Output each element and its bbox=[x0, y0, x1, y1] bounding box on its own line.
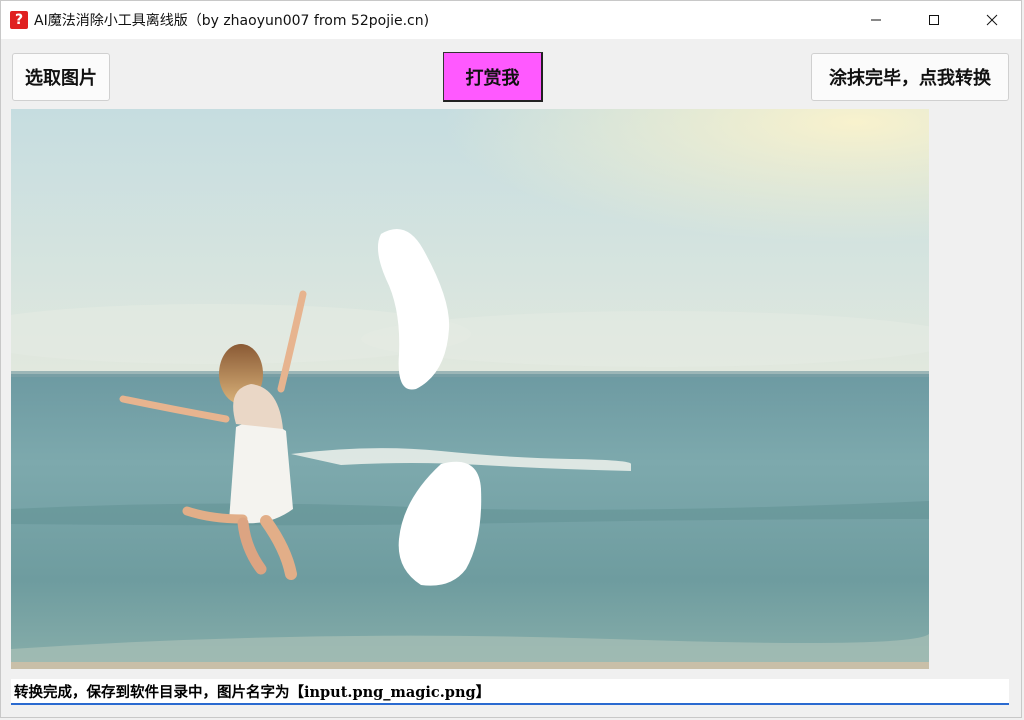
beach-photo bbox=[11, 109, 929, 669]
app-window: ? AI魔法消除小工具离线版（by zhaoyun007 from 52poji… bbox=[0, 0, 1022, 718]
image-canvas[interactable] bbox=[11, 109, 929, 669]
maximize-button[interactable] bbox=[905, 1, 963, 39]
title-bar[interactable]: ? AI魔法消除小工具离线版（by zhaoyun007 from 52poji… bbox=[1, 1, 1021, 39]
reward-button[interactable]: 打赏我 bbox=[443, 52, 543, 102]
question-mark-app-icon: ? bbox=[10, 11, 28, 29]
close-icon bbox=[986, 14, 998, 26]
select-image-button[interactable]: 选取图片 bbox=[12, 53, 110, 101]
status-bar: 转换完成，保存到软件目录中，图片名字为【input.png_magic.png】 bbox=[11, 679, 1009, 705]
window-controls bbox=[847, 1, 1021, 39]
minimize-icon bbox=[871, 19, 881, 21]
convert-button[interactable]: 涂抹完毕，点我转换 bbox=[811, 53, 1009, 101]
minimize-button[interactable] bbox=[847, 1, 905, 39]
maximize-icon bbox=[929, 15, 939, 25]
close-button[interactable] bbox=[963, 1, 1021, 39]
window-title: AI魔法消除小工具离线版（by zhaoyun007 from 52pojie.… bbox=[34, 13, 430, 29]
